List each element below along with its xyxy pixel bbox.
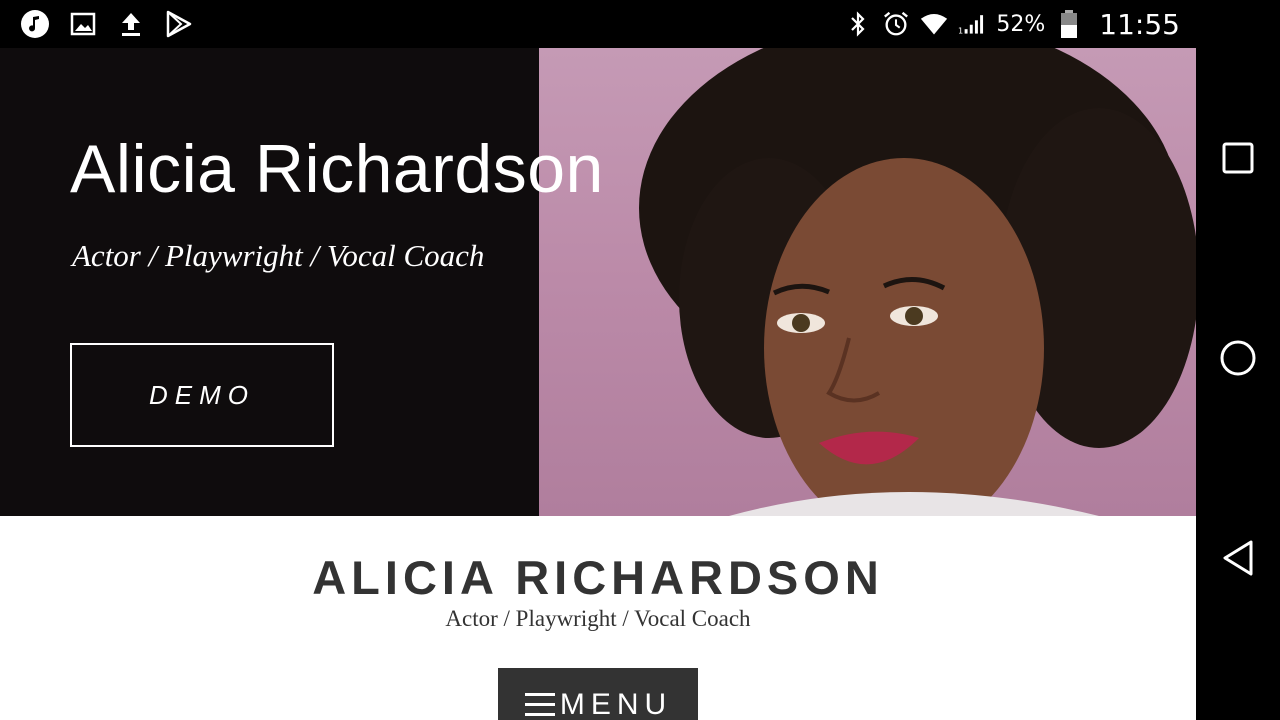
demo-button[interactable]: DEMO [70,343,334,447]
clock: 11:55 [1099,7,1180,41]
hero-banner: Alicia Richardson Actor / Playwright / V… [0,48,1196,516]
hamburger-icon [524,673,556,720]
wifi-icon [920,9,948,39]
recents-button[interactable] [1216,138,1260,182]
site-header: ALICIA RICHARDSON Actor / Playwright / V… [0,516,1196,720]
hero-title: Alicia Richardson [70,131,604,207]
battery-icon [1055,9,1083,39]
alarm-icon [882,9,910,39]
image-icon [68,8,98,40]
svg-text:1: 1 [958,26,963,36]
back-button[interactable] [1216,538,1260,582]
bluetooth-icon [844,9,872,39]
notification-icons [20,8,194,40]
home-button[interactable] [1216,338,1260,382]
menu-button[interactable]: MENU [498,668,698,720]
status-bar: 1 52% 11:55 [0,0,1196,48]
back-icon [1220,539,1256,582]
navigation-bar [1196,0,1280,720]
portrait-photo [539,48,1196,516]
site-name[interactable]: ALICIA RICHARDSON [0,550,1196,605]
recents-icon [1221,141,1255,180]
battery-percent: 52% [996,11,1046,37]
site-tagline: Actor / Playwright / Vocal Coach [445,606,751,631]
system-status: 1 52% 11:55 [844,6,1180,42]
hero-subtitle: Actor / Playwright / Vocal Coach [72,238,485,273]
upload-icon [116,8,146,40]
music-icon [20,8,50,40]
signal-icon: 1 [958,9,986,39]
play-store-icon [164,8,194,40]
home-icon [1219,339,1257,382]
menu-label: MENU [559,688,673,720]
